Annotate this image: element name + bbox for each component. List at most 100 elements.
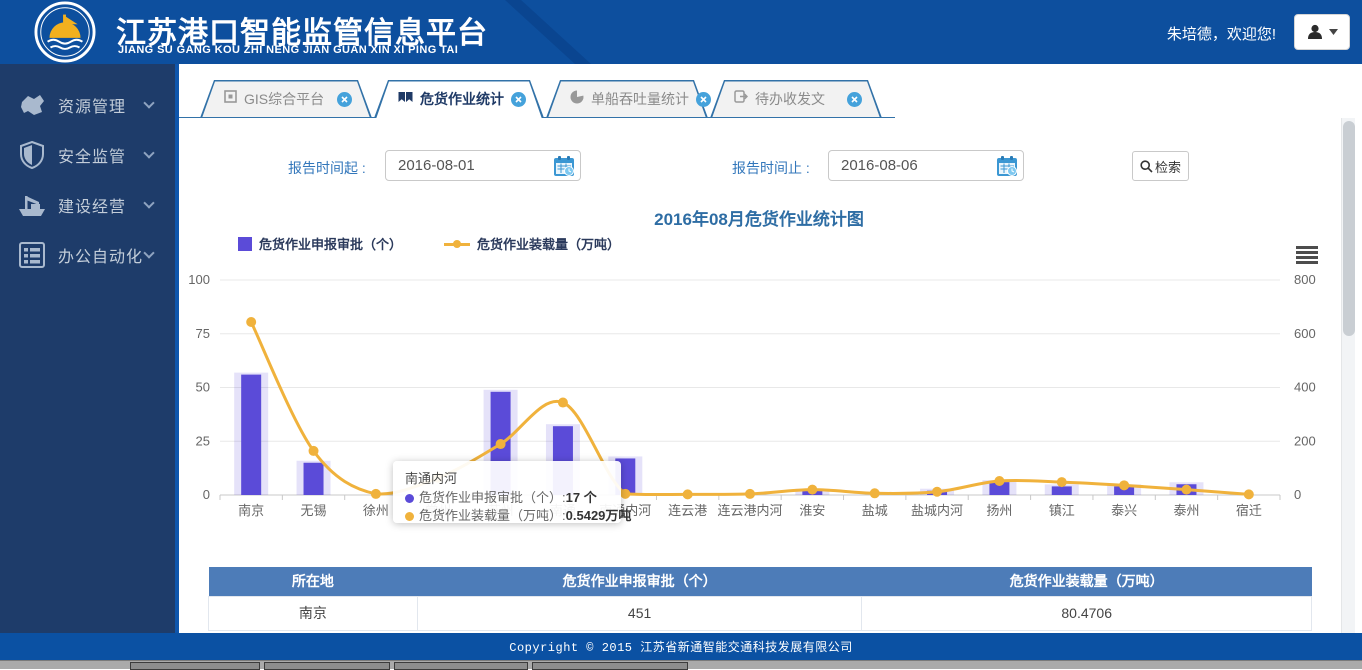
line-point[interactable] (870, 488, 880, 498)
line-point[interactable] (620, 489, 630, 499)
line-series-dot (405, 512, 414, 521)
search-button[interactable]: 检索 (1132, 151, 1189, 181)
scrollbar-track[interactable] (1341, 118, 1355, 633)
chart-title: 2016年08月危货作业统计图 (179, 205, 1339, 230)
bar[interactable] (1052, 486, 1072, 495)
tab-label: 危货作业统计 (420, 89, 504, 109)
bar[interactable] (304, 463, 324, 495)
sidebar-divider (175, 64, 179, 633)
tab-pending-documents[interactable]: 待办收发文 (710, 80, 882, 118)
bar-series-dot (405, 494, 414, 503)
report-start-datebox (385, 150, 581, 181)
line-point[interactable] (745, 489, 755, 499)
x-axis-label: 扬州 (986, 503, 1012, 518)
tab-gis-platform[interactable]: GIS综合平台 (200, 80, 372, 118)
line-point[interactable] (683, 489, 693, 499)
bar[interactable] (241, 375, 261, 495)
x-axis-label: 盐城 (862, 503, 888, 518)
tooltip-title: 南通内河 (405, 468, 609, 487)
tab-label: GIS综合平台 (244, 89, 330, 109)
pie-icon (570, 90, 584, 109)
sidebar-item-construction-operation[interactable]: 建设经营 (0, 185, 175, 225)
chevron-down-icon (143, 197, 154, 208)
line-point[interactable] (246, 317, 256, 327)
report-start-input[interactable] (386, 157, 553, 174)
left-axis-tick-label: 100 (188, 272, 210, 287)
crane-ship-icon (16, 190, 48, 220)
line-point[interactable] (496, 439, 506, 449)
report-end-label: 报告时间止 : (732, 158, 810, 178)
chart-tooltip: 南通内河 危货作业申报审批（个）: 17 个 危货作业装载量（万吨）: 0.54… (393, 461, 621, 523)
sidebar-item-label: 资源管理 (58, 93, 145, 117)
line-point[interactable] (1181, 485, 1191, 495)
line-point[interactable] (1119, 480, 1129, 490)
map-icon (16, 90, 48, 120)
footer: Copyright © 2015 江苏省新通智能交通科技发展有限公司 (0, 633, 1362, 660)
flag-icon (398, 90, 413, 108)
col-header-location: 所在地 (209, 567, 418, 596)
line-point[interactable] (932, 487, 942, 497)
left-axis-tick-label: 0 (203, 487, 210, 502)
calendar-icon[interactable] (553, 155, 575, 177)
col-header-approvals: 危货作业申报审批（个） (417, 567, 862, 596)
right-axis-tick-label: 800 (1294, 272, 1316, 287)
sidebar-item-safety-supervision[interactable]: 安全监管 (0, 135, 175, 175)
tooltip-row: 危货作业装载量（万吨）: 0.5429万吨 (405, 507, 609, 525)
x-axis-label: 徐州 (363, 503, 389, 518)
right-axis-tick-label: 0 (1294, 487, 1301, 502)
line-point[interactable] (1244, 489, 1254, 499)
line-point[interactable] (1057, 477, 1067, 487)
sidebar-item-resource-management[interactable]: 资源管理 (0, 85, 175, 125)
line-point[interactable] (558, 398, 568, 408)
report-end-datebox (828, 150, 1024, 181)
user-icon (1306, 23, 1324, 41)
right-axis-tick-label: 400 (1294, 380, 1316, 395)
table-header-row: 所在地 危货作业申报审批（个） 危货作业装载量（万吨） (209, 567, 1312, 596)
col-header-tonnage: 危货作业装载量（万吨） (862, 567, 1312, 596)
close-icon[interactable] (847, 92, 862, 107)
x-axis-label: 泰州 (1173, 503, 1199, 518)
gis-icon (224, 90, 237, 108)
close-icon[interactable] (511, 92, 526, 107)
tab-dangerous-goods-stats[interactable]: 危货作业统计 (374, 80, 544, 118)
scrollbar-thumb[interactable] (1343, 121, 1355, 336)
table-row: 南京 451 80.4706 (209, 596, 1312, 630)
cell-location: 南京 (209, 596, 418, 630)
sidebar-item-label: 办公自动化 (58, 243, 145, 267)
line-point[interactable] (807, 485, 817, 495)
left-axis-tick-label: 25 (196, 433, 210, 448)
tab-ship-throughput-stats[interactable]: 单船吞吐量统计 (546, 80, 708, 118)
user-menu-button[interactable] (1294, 14, 1350, 50)
app-logo (34, 1, 96, 63)
right-axis-tick-label: 200 (1294, 433, 1316, 448)
chevron-down-icon (143, 247, 154, 258)
report-end-input[interactable] (829, 157, 996, 174)
chevron-down-icon (143, 147, 154, 158)
sidebar-item-office-automation[interactable]: 办公自动化 (0, 235, 175, 275)
tab-label: 待办收发文 (755, 89, 840, 109)
line-point[interactable] (371, 489, 381, 499)
report-start-label: 报告时间起 : (288, 158, 366, 178)
x-axis-label: 连云港 (668, 503, 707, 518)
x-axis-label: 南京 (238, 503, 264, 518)
cell-approvals: 451 (417, 596, 862, 630)
line-point[interactable] (994, 476, 1004, 486)
taskbar-sliver (0, 660, 1362, 669)
search-icon (1140, 160, 1153, 173)
sidebar-item-label: 建设经营 (58, 193, 145, 217)
header-diagonal-decoration (505, 0, 593, 64)
copyright-text: Copyright © 2015 江苏省新通智能交通科技发展有限公司 (509, 638, 852, 655)
close-icon[interactable] (337, 92, 352, 107)
close-icon[interactable] (696, 92, 711, 107)
left-axis-tick-label: 50 (196, 380, 210, 395)
chevron-down-icon (143, 97, 154, 108)
x-axis-label: 泰兴 (1111, 503, 1137, 518)
tab-label: 单船吞吐量统计 (591, 89, 689, 109)
sidebar-item-label: 安全监管 (58, 143, 145, 167)
line-point[interactable] (309, 446, 319, 456)
calendar-icon[interactable] (996, 155, 1018, 177)
shield-icon (16, 140, 48, 170)
report-table: 所在地 危货作业申报审批（个） 危货作业装载量（万吨） 南京 451 80.47… (208, 567, 1312, 631)
chart-canvas[interactable]: 02550751000200400600800南京无锡徐州常州苏州南通南通内河连… (179, 240, 1339, 530)
app-header: 江苏港口智能监管信息平台 JIANG SU GANG KOU ZHI NENG … (0, 0, 1362, 64)
